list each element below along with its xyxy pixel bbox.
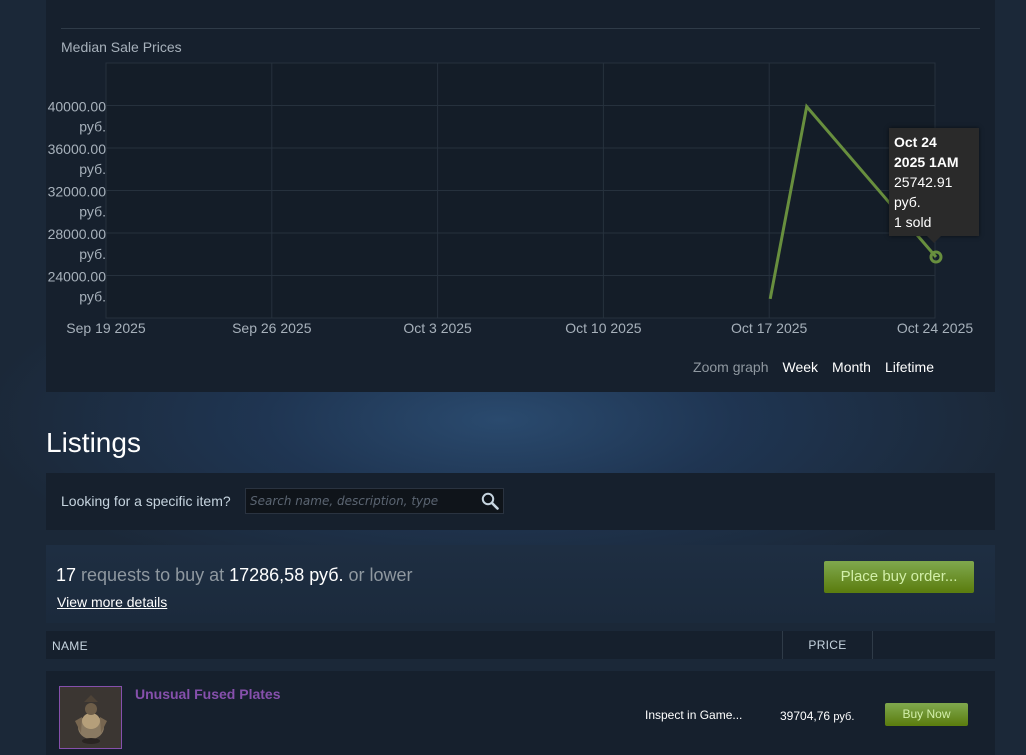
item-price-currency: руб. [833, 711, 855, 723]
place-buy-order-button[interactable]: Place buy order... [824, 561, 974, 593]
zoom-label: Zoom graph [693, 359, 769, 375]
x-tick-label: Oct 3 2025 [403, 320, 472, 336]
buy-orders-text: requests to buy at [76, 565, 230, 585]
search-label: Looking for a specific item? [61, 493, 231, 509]
x-tick-label: Sep 26 2025 [232, 320, 312, 336]
zoom-lifetime-link[interactable]: Lifetime [885, 359, 934, 375]
item-image [60, 687, 121, 748]
price-chart[interactable]: Sep 19 2025 Sep 26 2025 Oct 3 2025 Oct 10 2… [46, 0, 995, 392]
view-details-link[interactable]: View more details [57, 594, 167, 610]
item-price-value: 39704,76 [780, 709, 831, 723]
y-tick-unit: руб. [79, 204, 106, 220]
x-tick-label: Sep 19 2025 [66, 320, 146, 336]
zoom-week-link[interactable]: Week [783, 359, 819, 375]
y-tick-label: 28000.00 [48, 226, 107, 242]
y-tick-unit: руб. [79, 246, 106, 262]
y-tick-label: 40000.00 [48, 99, 107, 115]
y-tick-label: 32000.00 [48, 184, 107, 200]
item-price: 39704,76 руб. [780, 709, 854, 723]
tooltip-sold: 1 sold [894, 214, 932, 230]
zoom-month-link[interactable]: Month [832, 359, 871, 375]
y-tick-unit: руб. [79, 161, 106, 177]
search-icon[interactable] [481, 492, 499, 510]
listings-table-header: NAME PRICE [46, 631, 995, 659]
x-tick-label: Oct 17 2025 [731, 320, 807, 336]
item-thumbnail[interactable] [59, 686, 122, 749]
search-input[interactable] [246, 489, 482, 513]
tooltip-date-2: 2025 1AM [894, 154, 959, 170]
search-box [245, 488, 504, 514]
y-tick-unit: руб. [79, 289, 106, 305]
buy-orders-suffix: or lower [343, 565, 413, 585]
listings-heading: Listings [46, 427, 141, 458]
chart-tooltip: Oct 24 2025 1AM 25742.91 руб. 1 sold [889, 128, 979, 243]
item-name-link[interactable]: Unusual Fused Plates [135, 686, 280, 702]
tooltip-date-1: Oct 24 [894, 134, 937, 150]
buy-orders-price: 17286,58 руб. [229, 565, 344, 585]
price-history-panel: Median Sale Prices Sep 19 2025 Sep 26 202… [46, 0, 995, 392]
inspect-in-game-link[interactable]: Inspect in Game... [645, 708, 742, 722]
tooltip-price: 25742.91 [894, 174, 953, 190]
table-row: Unusual Fused Plates Inspect in Game... … [46, 671, 995, 755]
tooltip-arrow [927, 236, 941, 243]
zoom-controls: Zoom graph Week Month Lifetime [693, 359, 934, 375]
tooltip-currency: руб. [894, 194, 921, 210]
column-header-price: PRICE [782, 631, 873, 659]
x-tick-label: Oct 24 2025 [897, 320, 973, 336]
y-tick-unit: руб. [79, 119, 106, 135]
x-tick-label: Oct 10 2025 [565, 320, 641, 336]
y-tick-label: 24000.00 [48, 269, 107, 285]
buy-orders-panel: 17 requests to buy at 17286,58 руб. or l… [46, 545, 995, 623]
listing-search-panel: Looking for a specific item? [46, 473, 995, 530]
buy-orders-count: 17 [56, 565, 77, 585]
y-tick-label: 36000.00 [48, 141, 107, 157]
buy-now-button[interactable]: Buy Now [885, 703, 968, 726]
column-header-name: NAME [52, 639, 88, 653]
buy-orders-summary: 17 requests to buy at 17286,58 руб. or l… [56, 565, 413, 586]
